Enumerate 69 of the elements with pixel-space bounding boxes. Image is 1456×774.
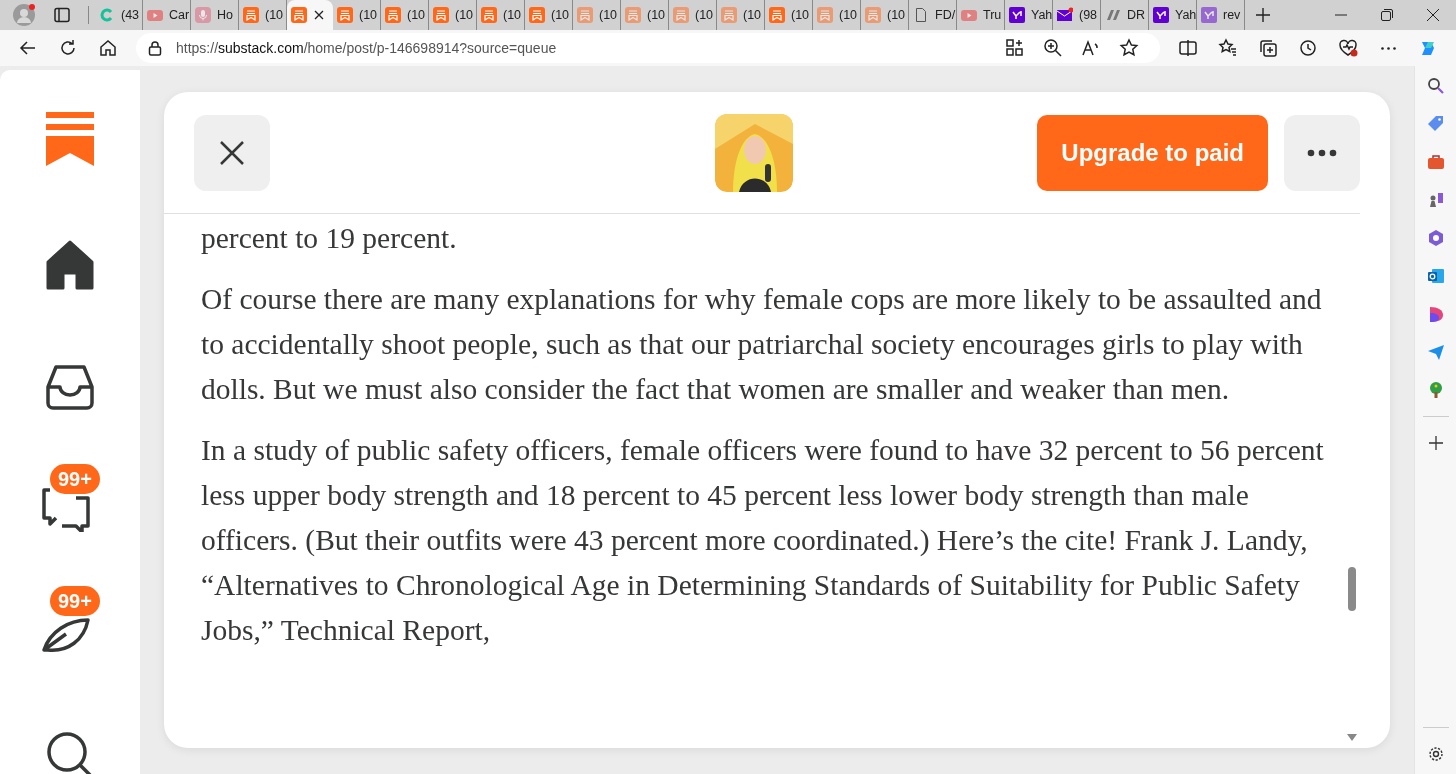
document-icon bbox=[913, 7, 929, 23]
sidebar-item[interactable] bbox=[46, 240, 94, 290]
settings-icon bbox=[1427, 746, 1444, 762]
bookmark-icon bbox=[291, 7, 307, 23]
bookmark-icon bbox=[817, 7, 833, 23]
close-button[interactable] bbox=[194, 114, 270, 191]
bookmark-icon bbox=[529, 7, 545, 23]
outlook-icon bbox=[1426, 267, 1445, 285]
close-icon bbox=[1426, 8, 1440, 22]
video-icon bbox=[961, 7, 977, 23]
collections-icon bbox=[1258, 38, 1278, 58]
bookmark-icon bbox=[865, 7, 881, 23]
video-icon bbox=[147, 7, 163, 23]
inbox-icon bbox=[46, 364, 94, 410]
paragraph: percent to 19 percent. bbox=[201, 221, 458, 256]
more-icon bbox=[1307, 148, 1337, 157]
search-icon bbox=[1426, 77, 1445, 95]
url-text: https://substack.com/home/post/p-146698914?source=queue bbox=[176, 38, 557, 58]
logo-icon bbox=[1426, 229, 1445, 247]
tag-icon bbox=[1426, 115, 1445, 133]
restore-icon bbox=[1380, 8, 1394, 22]
tabs-icon bbox=[54, 7, 70, 23]
paper-plane-icon bbox=[1426, 343, 1445, 361]
logo-icon bbox=[99, 7, 115, 23]
home-icon bbox=[46, 240, 94, 290]
more-icon bbox=[1380, 46, 1396, 50]
bookmark-icon bbox=[625, 7, 641, 23]
history-icon bbox=[1298, 38, 1318, 58]
microphone-icon bbox=[195, 7, 211, 23]
close-icon[interactable] bbox=[313, 9, 325, 21]
avatar-icon bbox=[12, 3, 36, 27]
heart-icon bbox=[1338, 38, 1358, 58]
bookmark-icon bbox=[385, 7, 401, 23]
toolbox-icon bbox=[1426, 153, 1445, 171]
paragraph: Of course there are many explanations for why female cops are more likely to be assaulted and to accidentally shoot people, such as that our patriarchal society encourages girls to play with dolls. But we must also consider the fact that women are smaller and weaker than men. bbox=[201, 282, 1323, 407]
logo-icon bbox=[1201, 7, 1217, 23]
split-screen-icon bbox=[1178, 38, 1198, 58]
refresh-icon bbox=[58, 38, 78, 58]
logo-icon bbox=[1009, 7, 1025, 23]
address-bar[interactable]: https://substack.com/home/post/p-146698914?source=queue bbox=[136, 33, 1160, 63]
envelope-icon bbox=[1057, 7, 1073, 23]
bookmark-icon bbox=[337, 7, 353, 23]
scrollbar-thumb[interactable] bbox=[1348, 567, 1356, 611]
paragraph: In a study of public safety officers, female officers were found to have 32 percent to 56 percent less upper body strength and 18 percent to 45 percent less lower body strength than male officers. (But their outfits were 43 percent more coordinated.) Here’s the cite! Frank J. Landy, “Alternatives to Chronological Age in Determining Standards of Suitability for Public Safety Jobs,” Technical Report, bbox=[201, 433, 1325, 648]
logo-icon bbox=[1153, 7, 1169, 23]
close-icon bbox=[219, 139, 245, 166]
sidebar-item[interactable] bbox=[46, 364, 94, 410]
home-icon bbox=[98, 38, 118, 58]
plus-icon bbox=[1428, 436, 1443, 450]
bookmark-icon bbox=[673, 7, 689, 23]
notification-count: 99+ bbox=[50, 586, 100, 616]
read-aloud-icon bbox=[1081, 38, 1101, 58]
minimize-icon bbox=[1335, 14, 1347, 16]
bookmark-icon bbox=[769, 7, 785, 23]
scroll-down-icon[interactable] bbox=[1347, 734, 1357, 742]
bookmark-icon bbox=[577, 7, 593, 23]
bookmark-icon bbox=[243, 7, 259, 23]
zoom-icon bbox=[1043, 38, 1063, 58]
plus-icon bbox=[1255, 7, 1271, 23]
notification-count: 99+ bbox=[50, 464, 100, 494]
substack-logo-icon[interactable] bbox=[46, 112, 94, 166]
favorite-star-icon bbox=[1119, 38, 1139, 58]
app-available-icon bbox=[1005, 38, 1025, 58]
lock-icon bbox=[148, 40, 162, 56]
favorites-icon bbox=[1218, 38, 1238, 58]
bookmark-icon bbox=[481, 7, 497, 23]
bookmark-icon bbox=[433, 7, 449, 23]
bookmark-icon bbox=[721, 7, 737, 23]
logo-icon bbox=[1105, 7, 1121, 23]
